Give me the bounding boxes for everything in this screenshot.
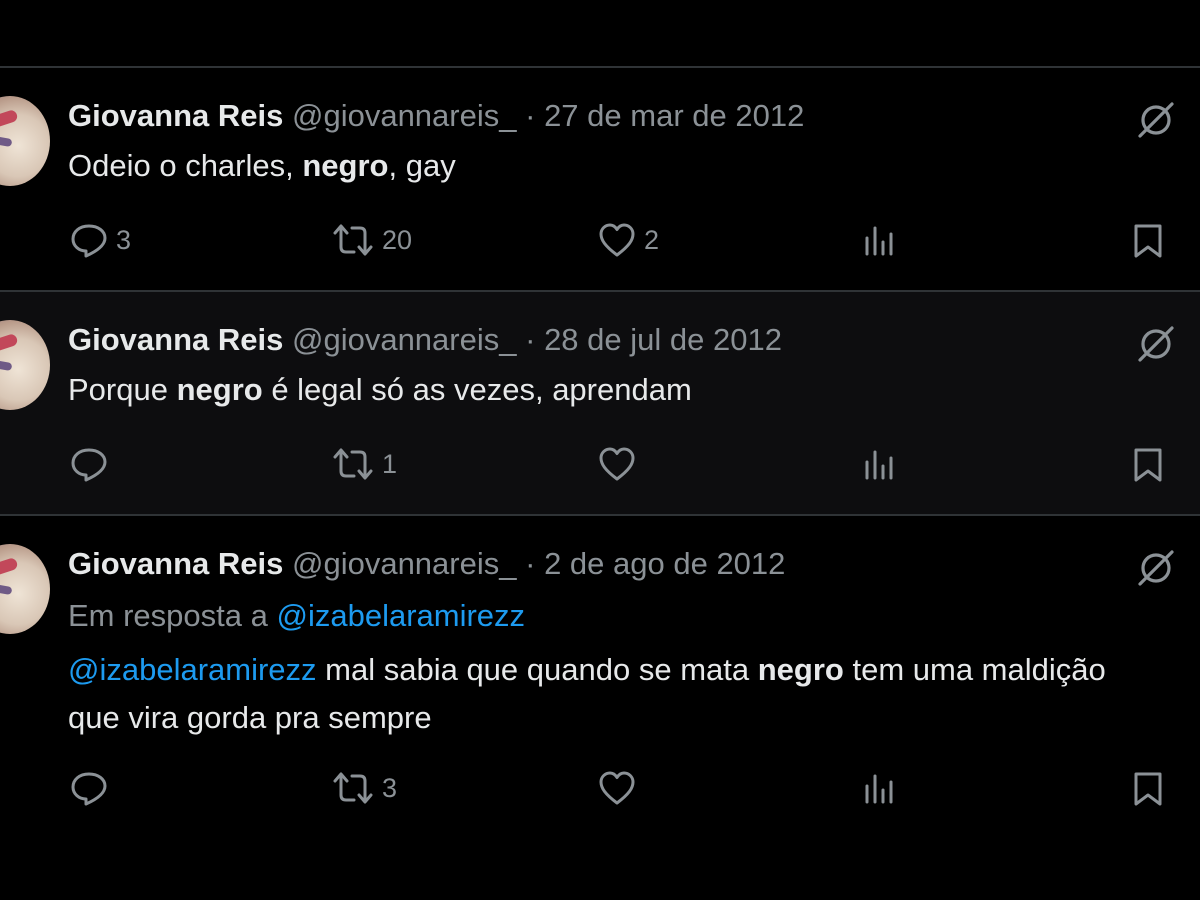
- tweet-text-line2: que vira gorda pra sempre: [68, 700, 432, 735]
- retweet-icon: [333, 448, 373, 480]
- like-button[interactable]: 2: [598, 222, 659, 258]
- reply-to-mention[interactable]: @izabelaramirezz: [276, 598, 525, 633]
- tweet-text: Porque negro é legal só as vezes, aprend…: [68, 372, 692, 408]
- retweet-icon: [333, 772, 373, 804]
- reply-icon: [71, 448, 107, 482]
- tweet-1[interactable]: Giovanna Reis @giovannareis_ · 27 de mar…: [0, 68, 1200, 290]
- tweet-header: Giovanna Reis @giovannareis_ · 2 de ago …: [68, 546, 785, 582]
- separator-dot: ·: [525, 322, 536, 357]
- reply-count: 3: [116, 224, 132, 255]
- separator-dot: ·: [525, 98, 536, 133]
- tweet-date[interactable]: 2 de ago de 2012: [544, 546, 785, 581]
- bookmark-button[interactable]: [1132, 446, 1164, 484]
- views-button[interactable]: [864, 448, 898, 480]
- separator-dot: ·: [525, 546, 536, 581]
- tweet-text-bold: negro: [302, 148, 389, 183]
- author-name[interactable]: Giovanna Reis: [68, 98, 283, 133]
- views-icon: [865, 774, 893, 804]
- bookmark-icon: [1134, 448, 1162, 482]
- tweet-text: Odeio o charles, negro, gay: [68, 148, 456, 184]
- tweet-2[interactable]: Giovanna Reis @giovannareis_ · 28 de jul…: [0, 292, 1200, 514]
- retweet-button[interactable]: 20: [332, 222, 412, 258]
- tweet-header: Giovanna Reis @giovannareis_ · 28 de jul…: [68, 322, 782, 358]
- views-button[interactable]: [864, 772, 898, 804]
- like-icon: [599, 771, 635, 805]
- views-button[interactable]: [864, 224, 898, 256]
- tweet-text-part: mal sabia que quando se mata: [316, 652, 758, 687]
- author-handle[interactable]: @giovannareis_: [292, 546, 517, 581]
- tweet-text: @izabelaramirezz mal sabia que quando se…: [68, 652, 1106, 688]
- retweet-button[interactable]: 3: [332, 770, 397, 806]
- like-icon: [599, 223, 635, 257]
- author-handle[interactable]: @giovannareis_: [292, 322, 517, 357]
- avatar[interactable]: [0, 320, 50, 410]
- tweet-text-part: tem uma maldição: [843, 652, 1106, 687]
- like-button[interactable]: [598, 770, 644, 806]
- views-icon: [865, 226, 893, 256]
- tweet-text-part: Porque: [68, 372, 177, 407]
- retweet-count: 20: [382, 224, 413, 255]
- like-icon: [599, 447, 635, 481]
- tweet-text-bold: negro: [757, 652, 844, 687]
- tweet-text-part: , gay: [388, 148, 456, 183]
- author-handle[interactable]: @giovannareis_: [292, 98, 517, 133]
- retweet-icon: [333, 224, 373, 256]
- tweet-date[interactable]: 28 de jul de 2012: [544, 322, 782, 357]
- reply-button[interactable]: [70, 770, 116, 806]
- like-count: 2: [644, 224, 660, 255]
- mention-link[interactable]: @izabelaramirezz: [68, 652, 317, 687]
- reply-context: Em resposta a @izabelaramirezz: [68, 598, 525, 634]
- retweet-count: 1: [382, 448, 398, 479]
- bookmark-icon: [1134, 772, 1162, 806]
- grok-icon[interactable]: [1136, 324, 1176, 364]
- like-button[interactable]: [598, 446, 644, 482]
- retweet-button[interactable]: 1: [332, 446, 397, 482]
- views-icon: [865, 450, 893, 480]
- reply-icon: [71, 772, 107, 806]
- grok-icon[interactable]: [1136, 100, 1176, 140]
- bookmark-icon: [1134, 224, 1162, 258]
- reply-button[interactable]: 3: [70, 222, 131, 258]
- avatar[interactable]: [0, 544, 50, 634]
- bookmark-button[interactable]: [1132, 222, 1164, 260]
- author-name[interactable]: Giovanna Reis: [68, 546, 283, 581]
- reply-icon: [71, 224, 107, 258]
- avatar[interactable]: [0, 96, 50, 186]
- reply-prefix: Em resposta a: [68, 598, 277, 633]
- tweet-text-part: Odeio o charles,: [68, 148, 303, 183]
- grok-icon[interactable]: [1136, 548, 1176, 588]
- author-name[interactable]: Giovanna Reis: [68, 322, 283, 357]
- bookmark-button[interactable]: [1132, 770, 1164, 808]
- tweet-text-bold: negro: [176, 372, 263, 407]
- retweet-count: 3: [382, 772, 398, 803]
- tweet-header: Giovanna Reis @giovannareis_ · 27 de mar…: [68, 98, 804, 134]
- tweet-3[interactable]: Giovanna Reis @giovannareis_ · 2 de ago …: [0, 516, 1200, 900]
- reply-button[interactable]: [70, 446, 116, 482]
- tweet-date[interactable]: 27 de mar de 2012: [544, 98, 804, 133]
- tweet-text-part: é legal só as vezes, aprendam: [262, 372, 692, 407]
